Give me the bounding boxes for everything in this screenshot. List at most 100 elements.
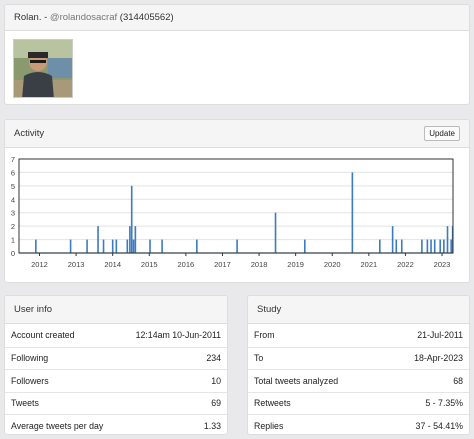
bar — [126, 239, 129, 253]
bar — [134, 226, 137, 253]
bar — [111, 239, 114, 253]
bar — [450, 239, 452, 253]
row-label: Following — [11, 353, 49, 364]
table-row: To 18-Apr-2023 — [248, 346, 469, 370]
bar — [129, 226, 131, 253]
y-tick-label: 0 — [11, 249, 15, 258]
study-header: Study — [248, 296, 469, 324]
y-tick-label: 2 — [11, 222, 15, 231]
row-label: Account created — [11, 330, 75, 341]
profile-handle[interactable]: @rolandosacraf — [50, 12, 117, 23]
bar — [443, 239, 445, 253]
bar — [102, 239, 105, 253]
x-tick-label: 2023 — [434, 260, 451, 269]
x-tick-label: 2018 — [251, 260, 268, 269]
bar — [303, 239, 306, 253]
plot-frame — [18, 158, 454, 254]
bar — [400, 239, 403, 253]
bar — [446, 226, 449, 253]
table-row: Following 234 — [5, 346, 227, 370]
row-value: 21-Jul-2011 — [417, 330, 463, 341]
profile-name: Rolan. — [14, 12, 42, 23]
table-row: Average tweets per day 1.33 — [5, 414, 227, 434]
table-row: Retweets 5 - 7.35% — [248, 391, 469, 415]
bar — [379, 239, 381, 253]
bar — [421, 239, 423, 253]
bar — [236, 239, 238, 253]
user-info-header: User info — [5, 296, 227, 324]
bar — [395, 239, 398, 253]
study-table: From 21-Jul-2011 To 18-Apr-2023 Total tweets… — [248, 324, 469, 434]
x-tick-label: 2022 — [397, 260, 414, 269]
x-tick-label: 2014 — [104, 260, 121, 269]
bar — [115, 239, 118, 253]
bar — [351, 172, 354, 253]
row-value: 68 — [453, 375, 463, 386]
y-tick-label: 7 — [11, 155, 15, 164]
bar — [391, 226, 394, 253]
user-info-table: Account created 12:14am 10-Jun-2011 Follow… — [5, 324, 227, 434]
x-tick-label: 2013 — [68, 260, 85, 269]
row-label: Total tweets analyzed — [254, 375, 339, 386]
row-value: 18-Apr-2023 — [414, 353, 463, 364]
user-info-title: User info — [14, 304, 53, 315]
row-value: 69 — [211, 398, 221, 409]
bar — [161, 239, 163, 253]
bar — [439, 239, 441, 253]
x-tick-label: 2017 — [214, 260, 231, 269]
bar — [196, 239, 198, 253]
row-label: Average tweets per day — [11, 420, 104, 431]
profile-panel: Rolan. - @rolandosacraf (314405562) — [4, 4, 470, 105]
table-row: Tweets 69 — [5, 391, 227, 415]
table-row: Replies 37 - 54.41% — [248, 414, 469, 434]
row-label: Followers — [11, 375, 49, 386]
bar — [433, 239, 436, 253]
y-tick-label: 6 — [11, 168, 15, 177]
activity-title: Activity — [14, 128, 45, 139]
row-label: Tweets — [11, 398, 39, 409]
profile-user-id: (314405562) — [119, 12, 174, 23]
bar — [274, 212, 277, 253]
x-tick-label: 2019 — [287, 260, 304, 269]
x-tick-label: 2016 — [178, 260, 195, 269]
study-panel: Study From 21-Jul-2011 To 18-Apr-2023 Total … — [247, 295, 470, 435]
profile-separator: - — [44, 12, 48, 23]
table-row: Account created 12:14am 10-Jun-2011 — [5, 324, 227, 347]
study-title: Study — [257, 304, 282, 315]
avatar[interactable] — [13, 39, 73, 98]
y-tick-label: 4 — [11, 195, 15, 204]
user-info-panel: User info Account created 12:14am 10-Jun-… — [4, 295, 228, 435]
activity-header: Activity Update — [5, 120, 469, 148]
x-tick-label: 2020 — [324, 260, 341, 269]
update-button[interactable]: Update — [424, 126, 460, 141]
row-label: Replies — [254, 420, 284, 431]
x-tick-label: 2012 — [31, 260, 48, 269]
avatar-photo-icon — [14, 40, 72, 97]
row-label: From — [254, 330, 275, 341]
bar — [132, 239, 135, 253]
bar — [86, 239, 88, 253]
row-value: 234 — [206, 353, 221, 364]
table-row: Followers 10 — [5, 369, 227, 392]
profile-title: Rolan. - @rolandosacraf (314405562) — [14, 12, 174, 23]
y-tick-label: 5 — [11, 182, 15, 191]
row-value: 12:14am 10-Jun-2011 — [135, 330, 221, 341]
bar — [69, 239, 72, 253]
x-tick-label: 2015 — [141, 260, 158, 269]
table-row: From 21-Jul-2011 — [248, 324, 469, 347]
activity-chart: 0 1 2 3 4 5 6 7 2012 2013 2014 2015 2016 2017 2018 2019… — [11, 155, 454, 269]
profile-header: Rolan. - @rolandosacraf (314405562) — [5, 5, 469, 31]
row-value: 10 — [211, 375, 221, 386]
y-tick-label: 1 — [11, 236, 15, 245]
bar — [130, 185, 133, 253]
bar — [149, 239, 151, 253]
row-label: Retweets — [254, 398, 291, 409]
y-tick-label: 3 — [11, 209, 15, 218]
row-label: To — [254, 353, 264, 364]
activity-panel: Activity Update 0 1 2 3 4 5 6 7 2012 2013 2014 2015… — [4, 119, 470, 283]
x-tick-label: 2021 — [360, 260, 377, 269]
row-value: 37 - 54.41% — [415, 420, 463, 431]
bar — [97, 226, 99, 253]
row-value: 5 - 7.35% — [425, 398, 463, 409]
table-row: Total tweets analyzed 68 — [248, 369, 469, 392]
